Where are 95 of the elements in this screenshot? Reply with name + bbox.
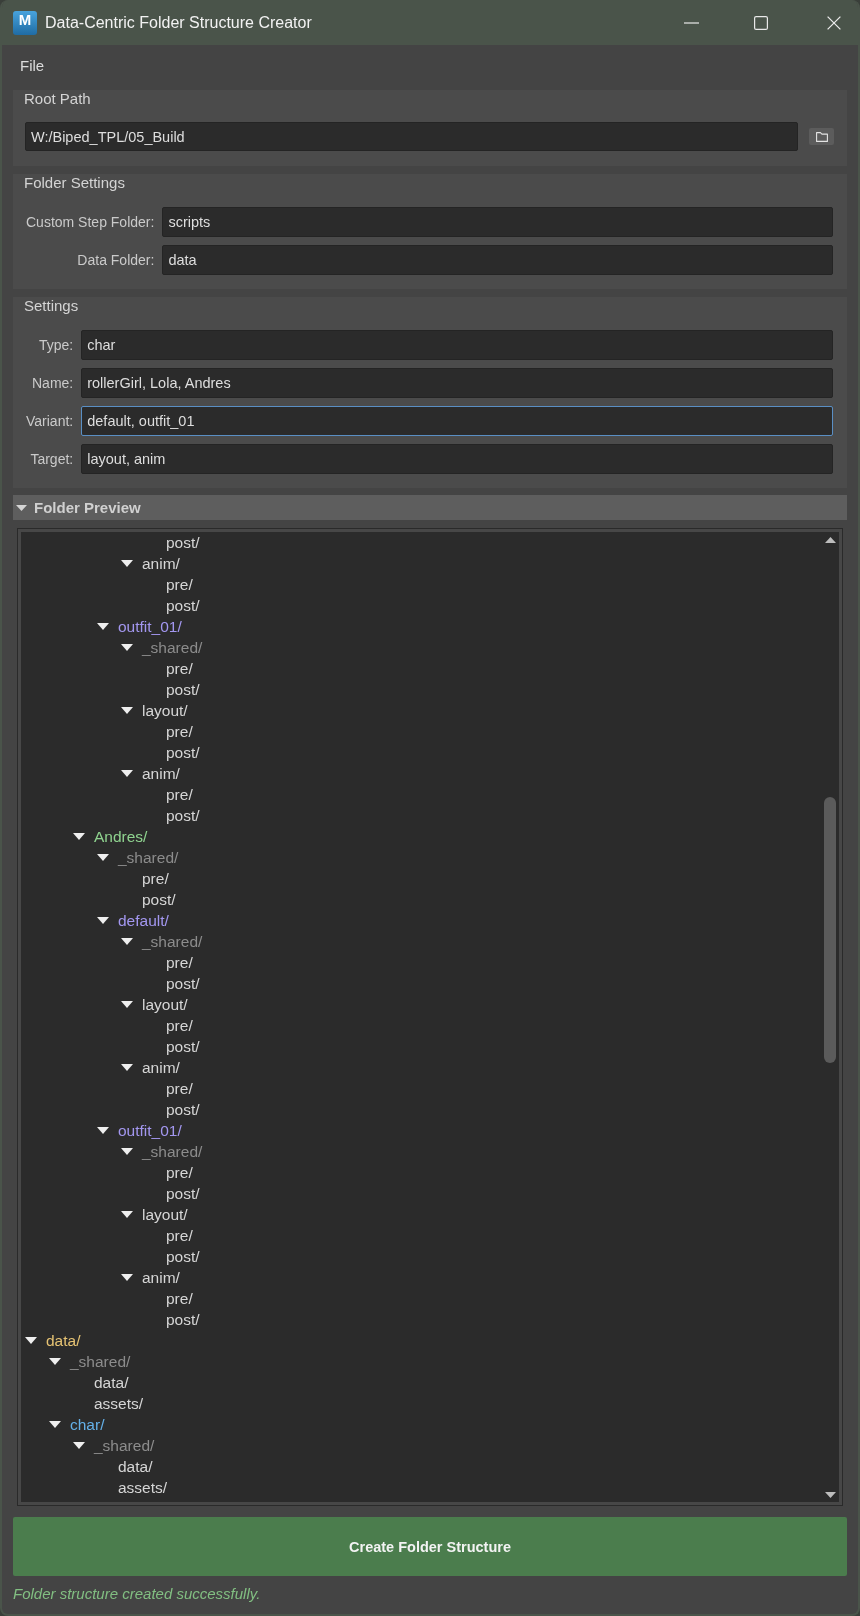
tree-item[interactable]: pre/ (142, 868, 169, 889)
tree-item[interactable]: post/ (166, 532, 200, 553)
scrollbar-thumb[interactable] (824, 797, 836, 1063)
field-label: Custom Step Folder: (26, 214, 155, 230)
tree-item[interactable]: pre/ (166, 784, 193, 805)
tree-item[interactable]: _shared/ (121, 1141, 203, 1162)
tree-item[interactable]: pre/ (166, 574, 193, 595)
create-button[interactable]: Create Folder Structure (13, 1517, 847, 1576)
text-field[interactable]: data (162, 245, 833, 275)
browse-button[interactable] (809, 128, 834, 145)
tree-item[interactable]: pre/ (166, 1015, 193, 1036)
tree-item[interactable]: Andres/ (73, 826, 148, 847)
field-label: Variant: (26, 413, 74, 429)
caret-down-icon[interactable] (97, 1127, 109, 1134)
caret-down-icon[interactable] (49, 1421, 61, 1428)
caret-down-icon[interactable] (121, 770, 133, 777)
tree-item[interactable]: pre/ (166, 952, 193, 973)
tree-item[interactable]: assets/ (118, 1477, 168, 1498)
caret-down-icon[interactable] (121, 560, 133, 567)
group-title: Settings (24, 297, 79, 315)
tree-item[interactable]: post/ (166, 679, 200, 700)
tree-item[interactable]: post/ (166, 1246, 200, 1267)
tree-item[interactable]: anim/ (121, 1057, 180, 1078)
caret-down-icon[interactable] (121, 1148, 133, 1155)
minimize-icon (683, 21, 699, 24)
caret-down-icon[interactable] (73, 1442, 85, 1449)
tree-item[interactable]: anim/ (121, 1267, 180, 1288)
tree-item[interactable]: post/ (166, 1036, 200, 1057)
field-label: Target: (30, 451, 74, 467)
tree-item[interactable]: post/ (166, 973, 200, 994)
tree-item[interactable]: post/ (166, 805, 200, 826)
tree-item[interactable]: post/ (166, 595, 200, 616)
tree-item[interactable]: outfit_01/ (97, 616, 182, 637)
tree-item[interactable]: outfit_01/ (97, 1120, 182, 1141)
caret-down-icon[interactable] (121, 1274, 133, 1281)
caret-down-icon[interactable] (25, 1337, 37, 1344)
tree-item[interactable]: pre/ (166, 721, 193, 742)
tree-item[interactable]: anim/ (121, 553, 180, 574)
caret-down-icon[interactable] (121, 1064, 133, 1071)
tree-item[interactable]: data/ (94, 1372, 129, 1393)
app-logo: M (13, 10, 37, 35)
caret-down-icon[interactable] (121, 1001, 133, 1008)
caret-down-icon[interactable] (73, 833, 85, 840)
tree-item[interactable]: _shared/ (121, 637, 203, 658)
text-field[interactable]: rollerGirl, Lola, Andres (81, 368, 833, 398)
status-message: Folder structure created successfully. (13, 1585, 261, 1603)
tree-item[interactable]: post/ (166, 1309, 200, 1330)
section-header[interactable]: Folder Preview (13, 495, 847, 520)
tree-item[interactable]: pre/ (166, 1288, 193, 1309)
close-icon (827, 15, 841, 30)
tree-item[interactable]: pre/ (166, 1162, 193, 1183)
tree-item[interactable]: layout/ (121, 994, 188, 1015)
caret-down-icon[interactable] (121, 1211, 133, 1218)
text-field[interactable]: scripts (162, 207, 833, 237)
tree-item[interactable]: data/ (25, 1330, 81, 1351)
menu-item[interactable]: File (20, 56, 45, 74)
text-field[interactable]: layout, anim (81, 444, 833, 474)
caret-down-icon[interactable] (97, 854, 109, 861)
tree-item[interactable]: data/ (118, 1456, 153, 1477)
tree-item[interactable]: pre/ (166, 1078, 193, 1099)
tree-item[interactable]: post/ (166, 1183, 200, 1204)
scroll-up-icon[interactable] (824, 537, 836, 543)
tree-item[interactable]: char/ (49, 1414, 105, 1435)
tree-item[interactable]: layout/ (121, 700, 188, 721)
field-label: Data Folder: (77, 252, 155, 268)
tree-item[interactable]: post/ (166, 1099, 200, 1120)
caret-down-icon[interactable] (49, 1358, 61, 1365)
tree-item[interactable]: assets/ (94, 1393, 144, 1414)
tree-item[interactable]: post/ (142, 889, 176, 910)
caret-down-icon[interactable] (121, 644, 133, 651)
window-title: Data-Centric Folder Structure Creator (45, 13, 312, 32)
text-field[interactable]: char (81, 330, 833, 360)
folder-icon (815, 131, 828, 142)
field-label: Name: (32, 375, 74, 391)
maximize-icon (754, 15, 768, 30)
tree-item[interactable]: default/ (97, 910, 169, 931)
tree-item[interactable]: _shared/ (49, 1351, 131, 1372)
text-field[interactable]: default, outfit_01 (81, 406, 833, 436)
text-field[interactable]: W:/Biped_TPL/05_Build (25, 122, 798, 151)
tree-item[interactable]: layout/ (121, 1204, 188, 1225)
caret-down-icon[interactable] (97, 623, 109, 630)
tree-item[interactable]: pre/ (166, 658, 193, 679)
tree-item[interactable]: pre/ (166, 1225, 193, 1246)
group-title: Root Path (24, 90, 91, 108)
group-title: Folder Settings (24, 174, 125, 192)
tree-item[interactable]: _shared/ (97, 847, 179, 868)
caret-down-icon[interactable] (97, 917, 109, 924)
caret-down-icon[interactable] (121, 938, 133, 945)
tree-item[interactable]: anim/ (121, 763, 180, 784)
tree-item[interactable]: _shared/ (121, 931, 203, 952)
scroll-down-icon[interactable] (824, 1492, 836, 1498)
caret-down-icon[interactable] (121, 707, 133, 714)
field-label: Type: (38, 337, 74, 353)
tree-item[interactable]: post/ (166, 742, 200, 763)
tree-item[interactable]: _shared/ (73, 1435, 155, 1456)
